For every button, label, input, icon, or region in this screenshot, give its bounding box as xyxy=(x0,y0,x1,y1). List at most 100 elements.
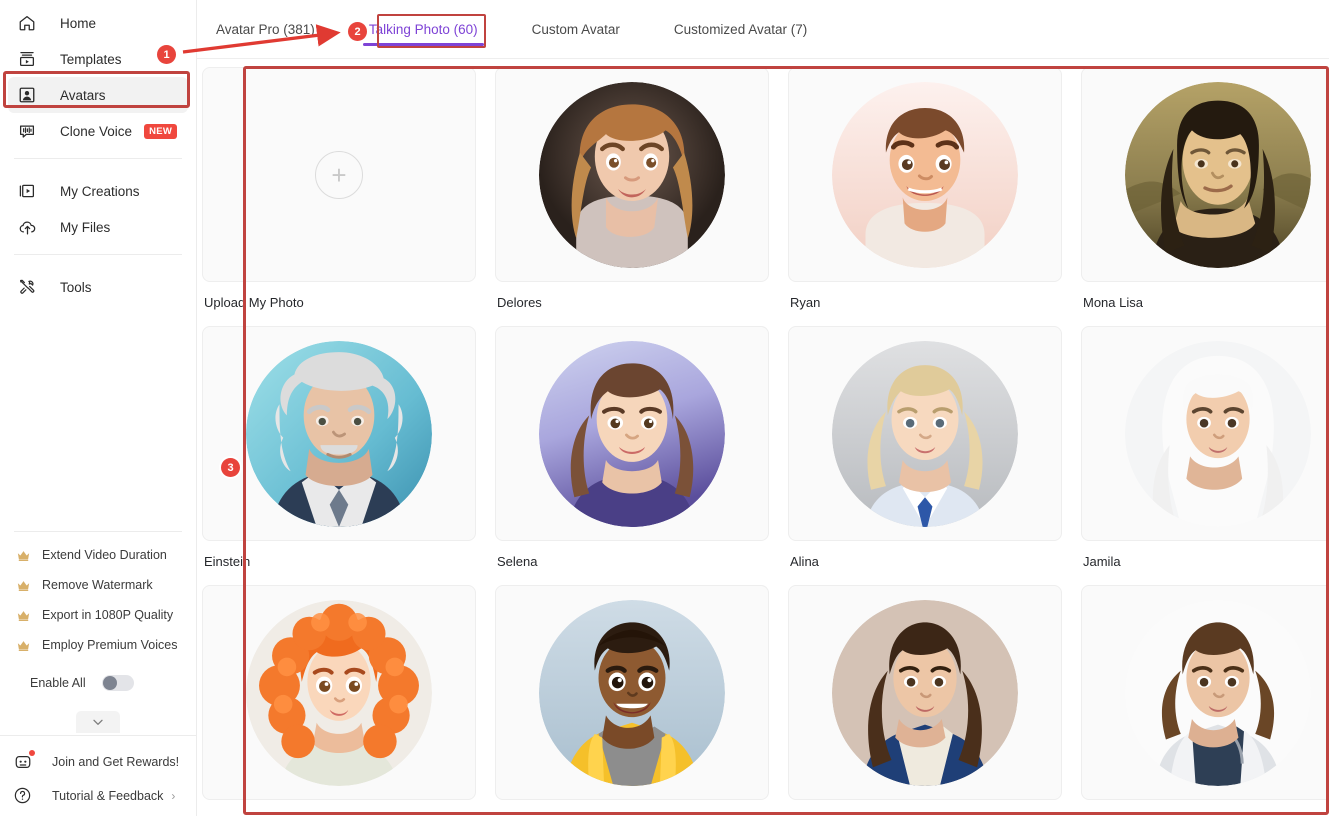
sidebar-divider-1 xyxy=(14,158,182,159)
premium-item-label: Employ Premium Voices xyxy=(42,638,178,652)
avatar-card-label: Ryan xyxy=(790,295,821,310)
avatar-thumbnail[interactable] xyxy=(495,585,769,800)
avatar-card-label: Jamila xyxy=(1083,554,1121,569)
chevron-down-icon xyxy=(93,719,103,725)
sidebar-item-join-rewards[interactable]: Join and Get Rewards! xyxy=(0,745,197,779)
avatar-card: Selena xyxy=(495,326,769,585)
avatar-thumbnail[interactable] xyxy=(1081,67,1329,282)
avatar-card-label xyxy=(788,800,1062,816)
avatar-grid: + Upload My Photo Delores Ryan Mona Lisa… xyxy=(202,59,1329,816)
toggle-knob xyxy=(102,676,117,690)
crown-icon xyxy=(16,578,31,593)
app-root: Home Templates Avatars Clone Voice NEW M… xyxy=(0,0,1329,816)
chevron-right-icon: › xyxy=(171,789,176,803)
tab-talking-photo[interactable]: Talking Photo (60) xyxy=(362,0,484,59)
avatar-thumbnail[interactable] xyxy=(1081,326,1329,541)
sidebar: Home Templates Avatars Clone Voice NEW M… xyxy=(0,0,197,816)
sidebar-item-tools[interactable]: Tools xyxy=(8,269,188,305)
avatar-thumbnail[interactable] xyxy=(788,585,1062,800)
avatar-card xyxy=(788,585,1062,816)
premium-item-label: Export in 1080P Quality xyxy=(42,608,174,622)
creations-icon xyxy=(16,180,38,202)
avatar-image-delores xyxy=(539,81,725,268)
avatar-card-label: Einstein xyxy=(204,554,251,569)
avatar-image-row3-col3 xyxy=(832,599,1018,786)
tab-customized-avatar[interactable]: Customized Avatar (7) xyxy=(668,0,813,59)
premium-item-export-1080p[interactable]: Export in 1080P Quality xyxy=(0,600,197,630)
avatar-card-label xyxy=(495,800,769,816)
enable-all-row: Enable All xyxy=(0,666,197,700)
main-content: Avatar Pro (381) Talking Photo (60) Cust… xyxy=(197,0,1329,816)
premium-item-label: Remove Watermark xyxy=(42,578,153,592)
avatar-image-row3-col2 xyxy=(539,599,725,786)
tab-avatar-pro[interactable]: Avatar Pro (381) xyxy=(210,0,321,59)
avatar-image-mona-lisa xyxy=(1125,81,1311,268)
waveform-icon xyxy=(16,120,38,142)
discord-game-icon xyxy=(13,750,35,772)
avatar-thumbnail[interactable] xyxy=(788,67,1062,282)
avatar-card: Einstein xyxy=(202,326,476,585)
avatar-thumbnail[interactable] xyxy=(788,326,1062,541)
sidebar-item-templates[interactable]: Templates xyxy=(8,41,188,77)
enable-all-label: Enable All xyxy=(30,676,86,690)
sidebar-item-my-files[interactable]: My Files xyxy=(8,209,188,245)
tab-label: Customized Avatar (7) xyxy=(673,21,808,37)
avatar-card-label: Mona Lisa xyxy=(1083,295,1143,310)
sidebar-item-label: Templates xyxy=(60,51,122,67)
avatar-card-label xyxy=(202,800,476,816)
avatar-card: Alina xyxy=(788,326,1062,585)
sidebar-item-home[interactable]: Home xyxy=(8,5,188,41)
sidebar-divider-4 xyxy=(0,735,197,736)
premium-item-label: Extend Video Duration xyxy=(42,548,167,562)
avatar-thumbnail[interactable] xyxy=(495,326,769,541)
premium-item-premium-voices[interactable]: Employ Premium Voices xyxy=(0,630,197,660)
sidebar-secondary-nav: My Creations My Files xyxy=(0,168,196,245)
avatar-card-label: Upload My Photo xyxy=(204,295,304,310)
avatar-thumbnail[interactable] xyxy=(1081,585,1329,800)
sidebar-item-label: My Files xyxy=(60,219,111,235)
crown-icon xyxy=(16,638,31,653)
avatar-card-label: Selena xyxy=(497,554,538,569)
avatar-card: Mona Lisa xyxy=(1081,67,1329,326)
avatar-card xyxy=(202,585,476,816)
avatar-thumbnail[interactable] xyxy=(495,67,769,282)
question-circle-icon xyxy=(13,786,33,806)
sidebar-item-avatars[interactable]: Avatars xyxy=(8,77,188,113)
tab-custom-avatar[interactable]: Custom Avatar xyxy=(526,0,626,59)
sidebar-item-label: Avatars xyxy=(60,87,106,103)
sidebar-bottom-nav: Join and Get Rewards! Tutorial & Feedbac… xyxy=(0,745,197,813)
sidebar-item-label: Home xyxy=(60,15,97,31)
sidebar-item-label: Tools xyxy=(60,279,92,295)
avatar-image-ryan xyxy=(832,81,1018,268)
avatar-person-icon xyxy=(16,84,38,106)
avatar-card: Jamila xyxy=(1081,326,1329,585)
sidebar-item-tutorial-feedback[interactable]: Tutorial & Feedback › xyxy=(0,779,197,813)
home-icon xyxy=(16,12,38,34)
sidebar-divider-2 xyxy=(14,254,182,255)
avatar-thumbnail[interactable] xyxy=(202,326,476,541)
tab-label: Custom Avatar xyxy=(531,21,620,37)
plus-icon: + xyxy=(315,150,363,199)
avatar-image-row3-col4 xyxy=(1125,599,1311,786)
avatar-card xyxy=(495,585,769,816)
notification-dot xyxy=(29,750,35,756)
sidebar-item-my-creations[interactable]: My Creations xyxy=(8,173,188,209)
avatar-card: Delores xyxy=(495,67,769,326)
avatar-category-tabs: Avatar Pro (381) Talking Photo (60) Cust… xyxy=(197,0,1329,59)
avatar-image-row3-col1 xyxy=(246,599,432,786)
premium-item-remove-watermark[interactable]: Remove Watermark xyxy=(0,570,197,600)
premium-item-extend-video-duration[interactable]: Extend Video Duration xyxy=(0,540,197,570)
enable-all-toggle[interactable] xyxy=(101,675,134,691)
crown-icon xyxy=(16,548,31,563)
sidebar-collapse-button[interactable] xyxy=(76,711,120,733)
templates-icon xyxy=(16,48,38,70)
sidebar-item-clone-voice[interactable]: Clone Voice NEW xyxy=(8,113,188,149)
avatar-grid-scroll-area[interactable]: + Upload My Photo Delores Ryan Mona Lisa… xyxy=(202,59,1329,816)
upload-my-photo-tile[interactable]: + xyxy=(202,67,476,282)
avatar-image-alina xyxy=(832,340,1018,527)
avatar-card-label xyxy=(1081,800,1329,816)
tools-icon xyxy=(16,276,38,298)
sidebar-item-label: My Creations xyxy=(60,183,140,199)
avatar-thumbnail[interactable] xyxy=(202,585,476,800)
premium-features-list: Extend Video Duration Remove Watermark E… xyxy=(0,540,197,700)
